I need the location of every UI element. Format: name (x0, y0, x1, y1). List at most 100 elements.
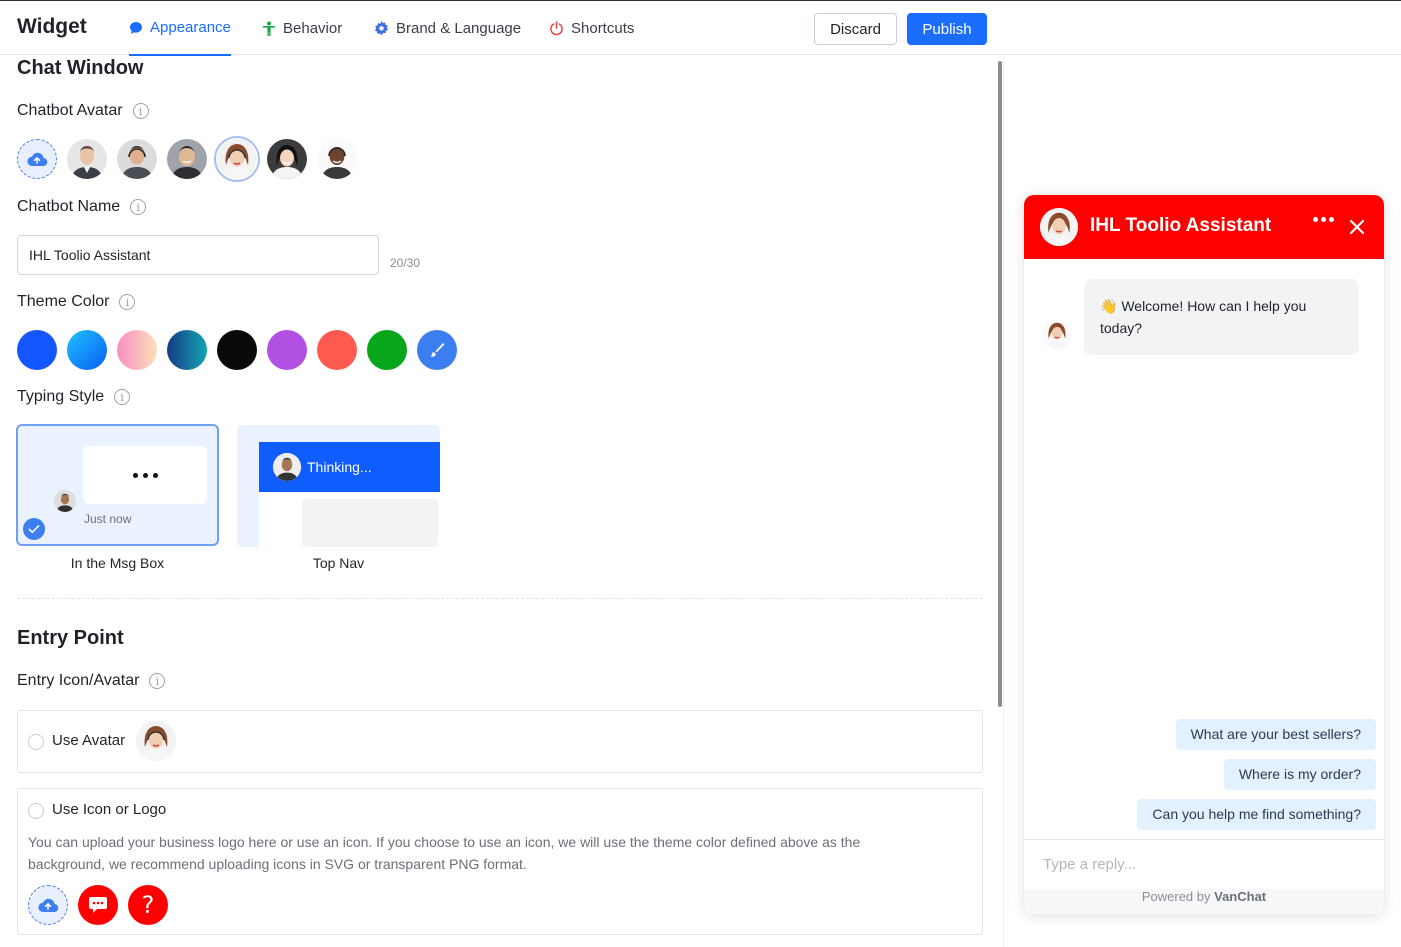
section-title-chat-window: Chat Window (17, 57, 144, 79)
entry-icon-label: Entry Icon/Avatar i (17, 672, 166, 690)
info-icon[interactable]: i (119, 294, 136, 310)
description-line: background, we recommend uploading icons… (28, 856, 527, 872)
info-icon[interactable]: i (132, 103, 149, 119)
chatbot-name-input[interactable]: IHL Toolio Assistant (17, 235, 379, 275)
color-swatch-sky[interactable] (67, 330, 107, 370)
color-swatch-blue[interactable] (17, 330, 57, 370)
powered-by: Powered by VanChat (1024, 889, 1384, 914)
man-headset-dark-avatar (317, 139, 357, 179)
chat-header-avatar (1040, 208, 1078, 246)
typing-style-top-nav-card[interactable]: Thinking... (237, 425, 440, 547)
typing-style-msg-box-card[interactable]: Just now (16, 424, 219, 546)
woman-smiling-avatar (267, 139, 307, 179)
name-char-counter: 20/30 (390, 256, 421, 270)
tab-brand-language[interactable]: Brand & Language (374, 1, 521, 56)
publish-button[interactable]: Publish (907, 13, 987, 45)
tab-label: Behavior (283, 20, 343, 37)
upload-cloud-icon (27, 152, 48, 167)
use-avatar-label: Use Avatar (52, 732, 126, 749)
thinking-text: Thinking... (307, 459, 372, 475)
man-headset-avatar (117, 139, 157, 179)
reply-input[interactable]: Type a reply... (1024, 839, 1384, 889)
chat-title: IHL Toolio Assistant (1090, 215, 1272, 236)
typing-style-caption: In the Msg Box (70, 555, 165, 571)
chat-bubble-icon (89, 897, 107, 913)
avatar-option-6[interactable] (317, 139, 357, 179)
label-text: Chatbot Name (17, 198, 121, 215)
mini-avatar (273, 453, 301, 481)
color-swatch-green[interactable] (367, 330, 407, 370)
use-avatar-radio[interactable] (28, 734, 44, 750)
typing-style-caption: Top Nav (312, 555, 365, 571)
waving-hand-icon: 👋 (1100, 298, 1118, 314)
avatar-option-5[interactable] (267, 139, 307, 179)
man-suit-avatar (67, 139, 107, 179)
color-swatch-purple[interactable] (267, 330, 307, 370)
chat-bubble-icon-choice[interactable] (78, 885, 118, 925)
chatbot-name-label: Chatbot Name i (17, 198, 147, 216)
entry-avatar-preview (136, 721, 176, 761)
color-swatch-coral[interactable] (317, 330, 357, 370)
use-icon-radio[interactable] (28, 803, 44, 819)
info-icon[interactable]: i (149, 673, 166, 689)
info-icon[interactable]: i (130, 199, 147, 215)
bot-message-avatar (1042, 319, 1072, 349)
tab-appearance[interactable]: Appearance (129, 1, 231, 56)
avatar-option-2[interactable] (117, 139, 157, 179)
more-options-icon[interactable] (1313, 217, 1334, 222)
top-bar: Widget Appearance Behavior Brand & Langu… (0, 0, 1401, 56)
label-text: Theme Color (17, 293, 110, 310)
theme-color-label: Theme Color i (17, 293, 136, 311)
selected-check-icon (23, 518, 45, 540)
quick-reply-button[interactable]: What are your best sellers? (1175, 719, 1376, 750)
use-icon-option[interactable]: Use Icon or Logo You can upload your bus… (17, 788, 983, 935)
section-divider (17, 598, 983, 599)
upload-icon-button[interactable] (28, 885, 68, 925)
tab-behavior[interactable]: Behavior (262, 1, 342, 56)
close-icon[interactable] (1349, 219, 1365, 240)
mini-avatar (54, 490, 76, 512)
gear-icon (374, 21, 389, 36)
quick-reply-button[interactable]: Where is my order? (1223, 759, 1376, 790)
settings-scrollbar[interactable] (998, 61, 1002, 707)
avatar-option-3[interactable] (167, 139, 207, 179)
quick-reply-button[interactable]: Can you help me find something? (1137, 799, 1376, 830)
use-avatar-option[interactable]: Use Avatar (17, 710, 983, 773)
woman-headset-avatar (217, 139, 257, 179)
upload-avatar-button[interactable] (17, 139, 57, 179)
question-icon-choice[interactable]: ? (128, 885, 168, 925)
chat-bubble-icon (129, 21, 143, 35)
label-text: Chatbot Avatar (17, 102, 123, 119)
section-title-entry-point: Entry Point (17, 627, 124, 649)
tab-label: Appearance (150, 19, 231, 36)
power-icon (549, 21, 564, 36)
settings-panel: Chat Window Chatbot Avatar i Chatbot Nam… (0, 56, 1000, 947)
typing-style-label: Typing Style i (17, 388, 131, 406)
man-smiling-avatar (167, 139, 207, 179)
info-icon[interactable]: i (114, 389, 131, 405)
use-icon-label: Use Icon or Logo (52, 801, 167, 818)
person-icon (262, 21, 276, 37)
theme-color-picker (17, 330, 457, 370)
tab-shortcuts[interactable]: Shortcuts (549, 1, 634, 56)
card-body (259, 492, 440, 547)
custom-color-button[interactable] (417, 330, 457, 370)
powered-by-brand[interactable]: VanChat (1214, 889, 1266, 904)
discard-button[interactable]: Discard (814, 13, 897, 45)
color-swatch-black[interactable] (217, 330, 257, 370)
color-swatch-teal-navy[interactable] (167, 330, 207, 370)
use-icon-description: You can upload your business logo here o… (28, 831, 968, 875)
welcome-message: 👋 Welcome! How can I help you today? (1084, 279, 1359, 355)
panel-divider (1003, 56, 1004, 947)
paint-brush-icon (430, 343, 445, 357)
question-icon: ? (141, 891, 155, 919)
color-swatch-pink[interactable] (117, 330, 157, 370)
avatar-picker (17, 136, 357, 182)
avatar-option-4-selected[interactable] (214, 136, 260, 182)
entry-icon-choices: ? (28, 885, 168, 925)
placeholder-bubble (302, 499, 438, 547)
avatar-option-1[interactable] (67, 139, 107, 179)
typing-timestamp: Just now (84, 512, 132, 526)
chatbot-avatar-label: Chatbot Avatar i (17, 102, 149, 120)
thinking-banner: Thinking... (259, 442, 440, 492)
